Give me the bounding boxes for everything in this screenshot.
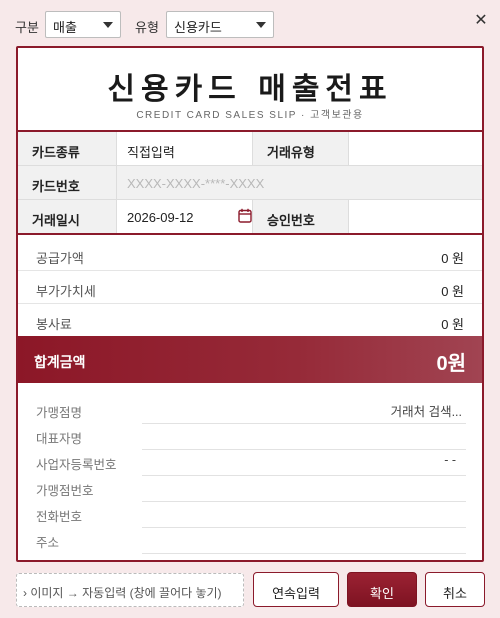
- top-bar: 구분 매출 유형 신용카드 ✕: [0, 0, 500, 46]
- card-info-table: 카드종류 직접입력 거래유형 카드번호 XXXX-XXXX-****-XXXX …: [18, 132, 482, 235]
- approval-label: 승인번호: [252, 200, 348, 233]
- category-label: 구분: [15, 20, 39, 35]
- approval-field[interactable]: [348, 200, 482, 233]
- type-select-value: 신용카드: [174, 20, 222, 35]
- trade-type-field[interactable]: [348, 132, 482, 165]
- slip-subtitle: CREDIT CARD SALES SLIP · 고객보관용: [136, 110, 364, 121]
- confirm-button[interactable]: 확인: [347, 572, 417, 607]
- card-number-input[interactable]: XXXX-XXXX-****-XXXX: [116, 166, 482, 199]
- type-select[interactable]: 신용카드: [166, 11, 274, 38]
- vat-row: 부가가치세 0 원: [18, 271, 482, 304]
- date-value: 2026-09-12: [127, 210, 194, 225]
- merchant-search[interactable]: 거래처 검색...: [391, 401, 462, 420]
- service-value: 0 원: [441, 317, 464, 332]
- slip-title: 신용카드 매출전표: [107, 72, 393, 107]
- address-row[interactable]: 주소: [18, 528, 482, 554]
- total-amount-bar: 합계금액 0원: [18, 336, 482, 383]
- date-input[interactable]: 2026-09-12: [116, 200, 252, 233]
- image-drop-zone[interactable]: › 이미지 → 자동입력 (창에 끌어다 놓기): [16, 573, 244, 607]
- trade-type-label: 거래유형: [252, 132, 348, 165]
- card-number-row: 카드번호 XXXX-XXXX-****-XXXX: [18, 166, 482, 200]
- supply-label: 공급가액: [36, 251, 84, 266]
- vat-value: 0 원: [441, 284, 464, 299]
- phone-row[interactable]: 전화번호: [18, 502, 482, 528]
- merchant-name-label: 가맹점명: [36, 406, 83, 420]
- service-charge-row: 봉사료 0 원: [18, 304, 482, 337]
- card-number-label: 카드번호: [18, 166, 116, 199]
- sales-slip: 신용카드 매출전표 CREDIT CARD SALES SLIP · 고객보관용…: [16, 46, 484, 562]
- supply-amount-row: 공급가액 0 원: [18, 238, 482, 271]
- business-number-label: 사업자등록번호: [36, 458, 117, 472]
- calendar-icon[interactable]: [238, 208, 252, 223]
- date-row: 거래일시 2026-09-12 승인번호: [18, 200, 482, 235]
- total-label: 합계금액: [34, 354, 86, 370]
- chevron-down-icon: [256, 22, 266, 28]
- merchant-number-label: 가맹점번호: [36, 484, 94, 498]
- bottom-bar: › 이미지 → 자동입력 (창에 끌어다 놓기) 연속입력 확인 취소: [0, 566, 500, 618]
- card-type-label: 카드종류: [18, 132, 116, 165]
- merchant-number-row[interactable]: 가맹점번호: [18, 476, 482, 502]
- business-number-row[interactable]: 사업자등록번호 - -: [18, 450, 482, 476]
- address-label: 주소: [36, 536, 60, 550]
- merchant-name-row[interactable]: 가맹점명 거래처 검색...: [18, 398, 482, 424]
- category-select-value: 매출: [53, 20, 77, 35]
- supply-value: 0 원: [441, 251, 464, 266]
- chevron-down-icon: [103, 22, 113, 28]
- field-underline: [142, 553, 466, 554]
- business-number-value: - -: [444, 453, 456, 467]
- continuous-input-button[interactable]: 연속입력: [253, 572, 339, 607]
- ceo-name-label: 대표자명: [36, 432, 83, 446]
- ceo-name-row[interactable]: 대표자명: [18, 424, 482, 450]
- close-icon[interactable]: ✕: [472, 12, 490, 30]
- vat-label: 부가가치세: [36, 284, 96, 299]
- date-label: 거래일시: [18, 200, 116, 233]
- card-type-row: 카드종류 직접입력 거래유형: [18, 132, 482, 166]
- service-label: 봉사료: [36, 317, 72, 332]
- phone-label: 전화번호: [36, 510, 83, 524]
- card-type-field[interactable]: 직접입력: [116, 132, 252, 165]
- cancel-button[interactable]: 취소: [425, 572, 485, 607]
- total-value: 0원: [436, 353, 466, 375]
- type-label: 유형: [135, 20, 159, 35]
- category-select[interactable]: 매출: [45, 11, 121, 38]
